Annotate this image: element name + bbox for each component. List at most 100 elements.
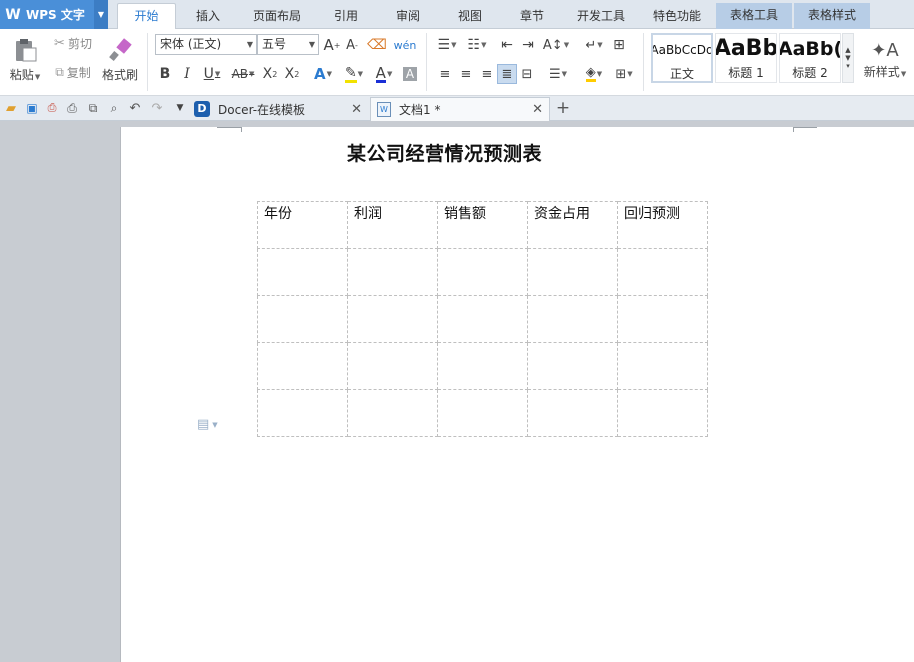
- numbered-list-icon[interactable]: ☷ ▼: [463, 35, 491, 55]
- table-cell[interactable]: [617, 342, 708, 390]
- tab-chapter[interactable]: 章节: [505, 4, 559, 29]
- style-normal[interactable]: AaBbCcDd 正文: [651, 33, 713, 83]
- undo-icon[interactable]: ↶: [127, 100, 143, 116]
- table-cell[interactable]: [257, 342, 348, 390]
- print-icon[interactable]: ⎙: [64, 100, 80, 116]
- table-cell[interactable]: [527, 248, 618, 296]
- paragraph-handle[interactable]: ▤ ▼: [197, 417, 218, 432]
- export-pdf-icon[interactable]: ⎙: [44, 100, 60, 116]
- cut-button[interactable]: ✂ 剪切: [50, 34, 96, 52]
- tab-page-layout[interactable]: 页面布局: [243, 4, 311, 29]
- bullet-list-icon[interactable]: ☰ ▼: [433, 35, 461, 55]
- shading-icon[interactable]: ◈ ▼: [579, 64, 609, 84]
- highlight-icon[interactable]: ✎ ▼: [339, 64, 369, 84]
- spell-check-icon[interactable]: ⌕: [106, 100, 122, 116]
- table-header-cell[interactable]: 回归预测: [617, 201, 708, 249]
- wps-logo-icon: W: [5, 6, 21, 23]
- table-header-cell[interactable]: 年份: [257, 201, 348, 249]
- paste-label: 粘贴: [9, 68, 34, 82]
- redo-icon[interactable]: ↷: [149, 100, 165, 116]
- table-cell[interactable]: [617, 389, 708, 437]
- align-center-icon[interactable]: ≡: [457, 64, 475, 84]
- app-title: WPS 文字: [26, 8, 85, 22]
- superscript-icon[interactable]: X2: [261, 64, 279, 84]
- table-cell[interactable]: [527, 342, 618, 390]
- format-painter-button[interactable]: 格式刷: [100, 33, 140, 87]
- document-title[interactable]: 某公司经营情况预测表: [347, 139, 542, 166]
- group-divider: [147, 33, 148, 91]
- chevron-down-icon[interactable]: ▼: [172, 100, 188, 116]
- phonetic-guide-icon[interactable]: wén: [392, 35, 418, 55]
- table-cell[interactable]: [527, 389, 618, 437]
- table-cell[interactable]: [437, 389, 528, 437]
- tab-developer[interactable]: 开发工具: [566, 4, 636, 29]
- table-cell[interactable]: [257, 389, 348, 437]
- table-cell[interactable]: [347, 342, 438, 390]
- strikethrough-icon[interactable]: AB ▼: [228, 64, 258, 84]
- font-color-icon[interactable]: A ▼: [370, 64, 398, 84]
- table-cell[interactable]: [257, 248, 348, 296]
- table-cell[interactable]: [437, 342, 528, 390]
- table-cell[interactable]: [257, 295, 348, 343]
- table-header-cell[interactable]: 销售额: [437, 201, 528, 249]
- tab-references[interactable]: 引用: [318, 4, 374, 29]
- table-grid-icon[interactable]: ⊞: [609, 35, 629, 55]
- table-cell[interactable]: [347, 389, 438, 437]
- close-icon[interactable]: ✕: [351, 102, 362, 117]
- print-preview-icon[interactable]: ⧉: [85, 100, 101, 116]
- table-cell[interactable]: [347, 295, 438, 343]
- distribute-icon[interactable]: ⊟: [518, 64, 536, 84]
- chevron-down-icon[interactable]: ▼: [94, 0, 108, 29]
- font-name-select[interactable]: 宋体 (正文) ▼: [155, 34, 257, 55]
- tab-table-styles[interactable]: 表格样式: [794, 3, 870, 29]
- align-left-icon[interactable]: ≡: [436, 64, 454, 84]
- tab-special-features[interactable]: 特色功能: [642, 4, 712, 29]
- table-header-cell[interactable]: 利润: [347, 201, 438, 249]
- save-icon[interactable]: ▣: [24, 100, 40, 116]
- copy-button[interactable]: ⧉ 复制: [50, 63, 96, 81]
- close-icon[interactable]: ✕: [532, 102, 543, 117]
- tab-view[interactable]: 视图: [443, 4, 497, 29]
- tab-review[interactable]: 审阅: [381, 4, 435, 29]
- open-folder-icon[interactable]: ▰: [3, 100, 19, 116]
- doc-tab-document1[interactable]: W 文档1 * ✕: [370, 97, 550, 121]
- sort-icon[interactable]: A↕ ▼: [541, 35, 571, 55]
- paste-button[interactable]: 粘贴▼: [6, 33, 44, 87]
- doc-tab-docer[interactable]: D Docer-在线模板 ✕: [190, 97, 368, 121]
- font-size-select[interactable]: 五号 ▼: [257, 34, 319, 55]
- table-cell[interactable]: [437, 295, 528, 343]
- style-heading-1[interactable]: AaBb 标题 1: [715, 33, 777, 83]
- show-marks-icon[interactable]: ↵ ▼: [580, 35, 608, 55]
- text-effect-icon[interactable]: A ▼: [309, 64, 337, 84]
- clear-format-icon[interactable]: ⌫: [367, 35, 387, 55]
- underline-icon[interactable]: U ▼: [199, 64, 225, 84]
- tab-home[interactable]: 开始: [117, 3, 176, 30]
- document-page[interactable]: 某公司经营情况预测表 年份 利润 销售额 资金占用 回归预测: [120, 127, 914, 662]
- italic-icon[interactable]: I: [178, 64, 196, 84]
- table-cell[interactable]: [437, 248, 528, 296]
- wps-app-menu[interactable]: W WPS 文字 ▼: [0, 0, 108, 29]
- shrink-font-icon[interactable]: A-: [343, 35, 361, 55]
- justify-icon[interactable]: ≣: [497, 64, 517, 84]
- grow-font-icon[interactable]: A +: [323, 35, 341, 55]
- style-heading-2[interactable]: AaBb( 标题 2: [779, 33, 841, 83]
- line-spacing-icon[interactable]: ☰ ▼: [543, 64, 573, 84]
- table-header-cell[interactable]: 资金占用: [527, 201, 618, 249]
- table-cell[interactable]: [617, 248, 708, 296]
- align-right-icon[interactable]: ≡: [478, 64, 496, 84]
- table-cell[interactable]: [617, 295, 708, 343]
- table-cell[interactable]: [527, 295, 618, 343]
- new-style-button[interactable]: ✦A 新样式▼: [858, 33, 912, 87]
- bold-icon[interactable]: B: [156, 64, 174, 84]
- decrease-indent-icon[interactable]: ⇤: [497, 35, 517, 55]
- tab-insert[interactable]: 插入: [181, 4, 235, 29]
- subscript-icon[interactable]: X2: [283, 64, 301, 84]
- char-shading-icon[interactable]: A: [401, 64, 419, 84]
- borders-icon[interactable]: ⊞ ▼: [610, 64, 638, 84]
- forecast-table[interactable]: 年份 利润 销售额 资金占用 回归预测: [257, 201, 708, 437]
- tab-table-tools[interactable]: 表格工具: [716, 3, 792, 29]
- style-gallery-scroll[interactable]: ▲ ▼ ▾: [842, 33, 854, 83]
- table-cell[interactable]: [347, 248, 438, 296]
- increase-indent-icon[interactable]: ⇥: [518, 35, 538, 55]
- new-tab-icon[interactable]: +: [554, 98, 572, 118]
